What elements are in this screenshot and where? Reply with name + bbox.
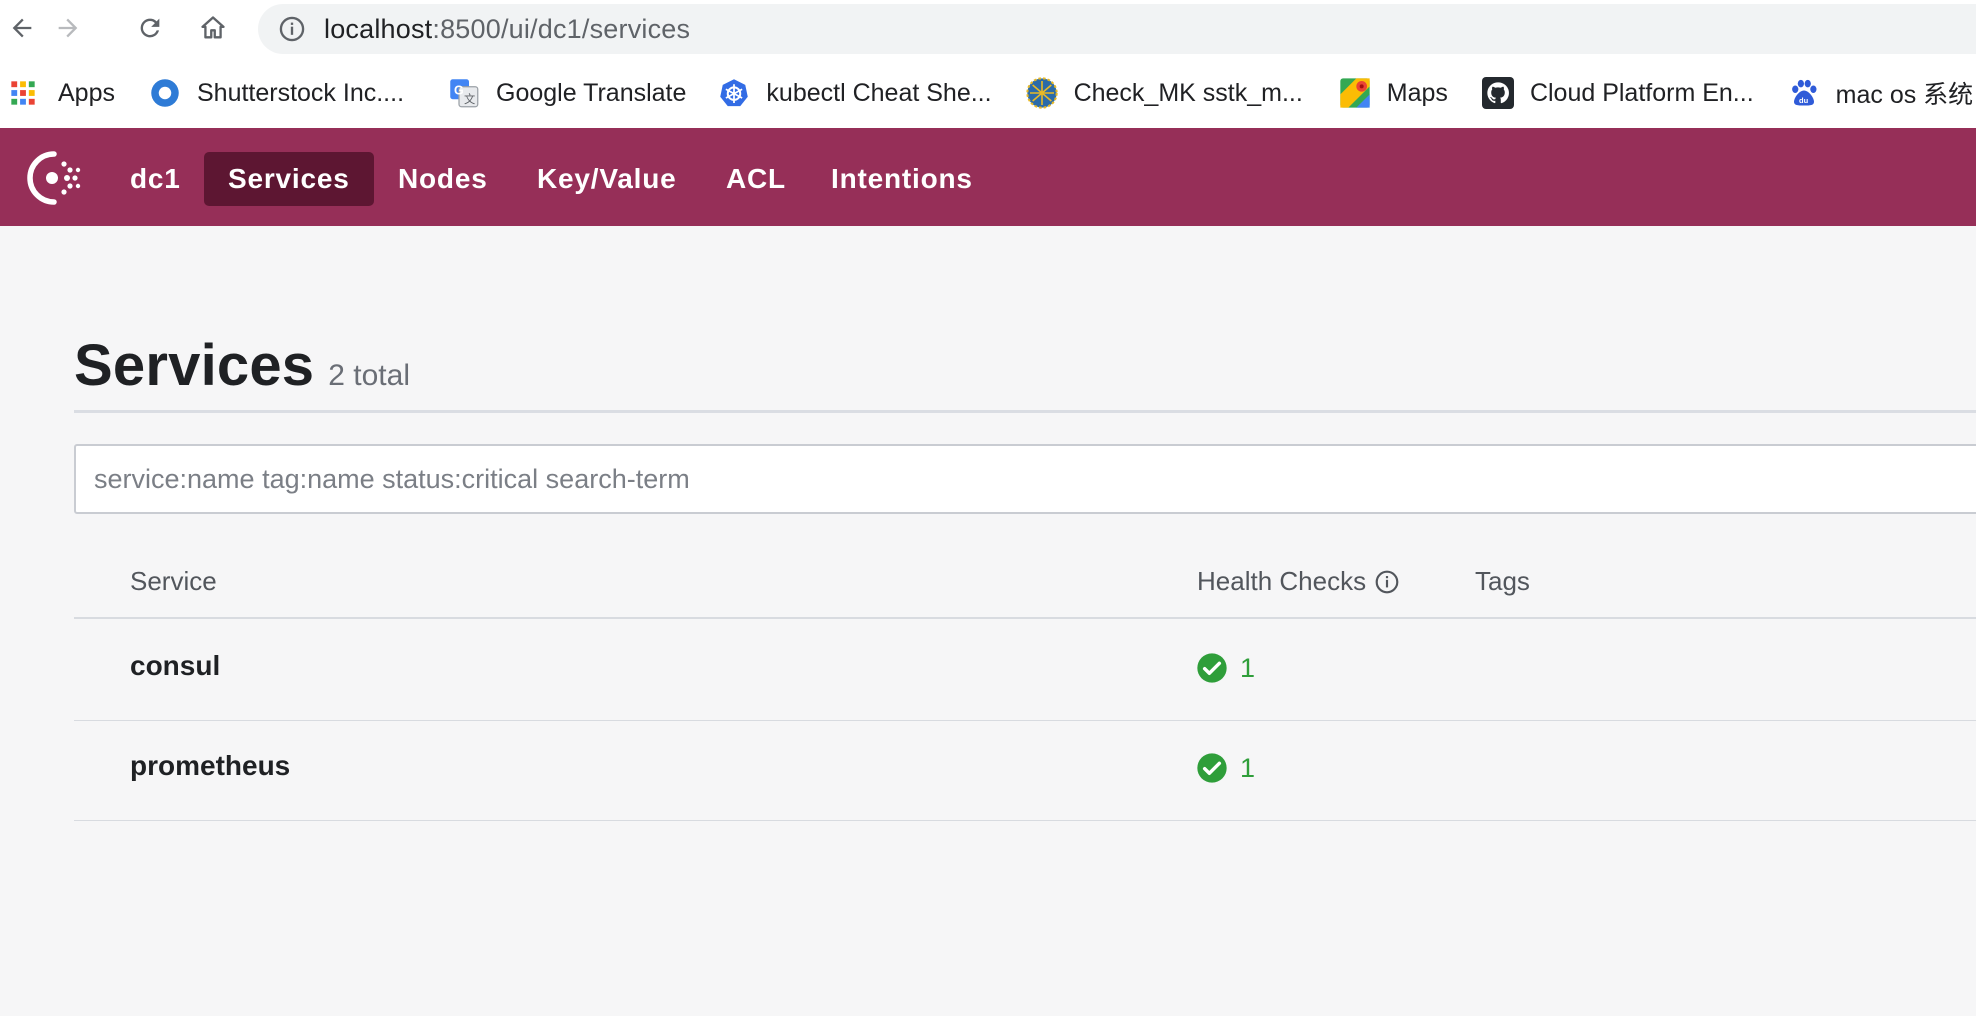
github-icon xyxy=(1481,77,1514,109)
app-header: dc1 Services Nodes Key/Value ACL Intenti… xyxy=(0,128,1976,226)
page-title: Services xyxy=(74,333,315,398)
column-header-health-checks[interactable]: Health Checks xyxy=(1197,566,1400,597)
address-bar[interactable]: localhost:8500/ui/dc1/services xyxy=(258,4,1976,54)
bookmark-label: Shutterstock Inc.... xyxy=(196,78,405,107)
health-check-status: 1 xyxy=(1196,752,1255,784)
back-arrow-icon xyxy=(12,18,32,38)
url-path: :8500/ui/dc1/services xyxy=(432,13,691,44)
bookmark-kubectl[interactable]: kubectl Cheat She... xyxy=(718,77,992,109)
svg-text:G: G xyxy=(454,83,464,97)
service-count: 2 total xyxy=(328,359,410,392)
table-row[interactable]: prometheus 1 xyxy=(74,720,1976,819)
passing-count: 1 xyxy=(1240,652,1256,683)
svg-text:文: 文 xyxy=(464,92,475,106)
apps-grid-icon xyxy=(8,78,38,108)
bookmark-mac-os[interactable]: du mac os 系统 xyxy=(1788,75,1974,111)
health-check-status: 1 xyxy=(1196,652,1255,684)
browser-toolbar: localhost:8500/ui/dc1/services xyxy=(0,0,1976,58)
nav-intentions[interactable]: Intentions xyxy=(807,152,997,206)
column-header-service[interactable]: Service xyxy=(130,566,217,597)
check-circle-icon xyxy=(1197,753,1227,783)
reload-button[interactable] xyxy=(132,10,168,46)
table-header-divider xyxy=(74,617,1976,619)
url-text[interactable]: localhost:8500/ui/dc1/services xyxy=(324,14,690,45)
service-name[interactable]: prometheus xyxy=(130,750,290,782)
search-input[interactable] xyxy=(74,444,1976,514)
home-button[interactable] xyxy=(195,10,231,46)
bookmark-label: Apps xyxy=(58,78,115,107)
maps-icon xyxy=(1339,77,1371,109)
bookmark-apps[interactable]: Apps xyxy=(8,78,115,108)
column-header-label: Health Checks xyxy=(1197,566,1367,596)
checkmk-icon xyxy=(1025,77,1058,109)
bookmark-maps[interactable]: Maps xyxy=(1339,77,1448,109)
nav-services[interactable]: Services xyxy=(204,152,374,206)
service-name[interactable]: consul xyxy=(130,650,220,682)
bookmark-shutterstock[interactable]: Shutterstock Inc.... xyxy=(149,77,404,109)
bookmark-google-translate[interactable]: G 文 Google Translate xyxy=(448,77,686,109)
bookmarks-bar: Apps Shutterstock Inc.... G 文 Google Tra… xyxy=(0,58,1976,128)
site-info-button[interactable] xyxy=(278,15,306,43)
info-icon[interactable] xyxy=(1374,569,1400,595)
home-icon xyxy=(201,16,225,39)
bookmark-label: Maps xyxy=(1386,78,1448,107)
bookmark-cloud-platform[interactable]: Cloud Platform En... xyxy=(1481,77,1754,109)
check-circle-icon xyxy=(1197,653,1227,683)
bookmark-label: mac os 系统 xyxy=(1835,81,1974,109)
page-heading: Services 2 total xyxy=(74,332,410,399)
bookmark-label: Check_MK sstk_m... xyxy=(1073,78,1303,107)
datacenter-selector[interactable]: dc1 xyxy=(106,152,205,206)
bookmark-checkmk[interactable]: Check_MK sstk_m... xyxy=(1025,77,1303,109)
bookmark-label: Google Translate xyxy=(496,78,687,107)
bookmark-label: kubectl Cheat She... xyxy=(766,78,992,107)
forward-button[interactable] xyxy=(50,10,86,46)
svg-text:du: du xyxy=(1799,96,1809,105)
table-row[interactable]: consul 1 xyxy=(74,620,1976,719)
nav-nodes[interactable]: Nodes xyxy=(374,152,512,206)
nav-key-value[interactable]: Key/Value xyxy=(513,152,701,206)
kubernetes-icon xyxy=(718,77,750,109)
back-button[interactable] xyxy=(4,10,40,46)
nav-acl[interactable]: ACL xyxy=(702,152,810,206)
google-translate-icon: G 文 xyxy=(448,77,480,109)
row-divider xyxy=(74,820,1976,821)
title-divider xyxy=(74,410,1976,413)
consul-logo-icon[interactable] xyxy=(24,150,82,206)
reload-icon xyxy=(140,18,160,38)
forward-arrow-icon xyxy=(58,18,78,38)
shutterstock-icon xyxy=(149,77,181,109)
column-header-tags[interactable]: Tags xyxy=(1475,566,1530,597)
bookmark-label: Cloud Platform En... xyxy=(1529,78,1754,107)
passing-count: 1 xyxy=(1240,752,1256,783)
info-icon xyxy=(279,16,305,42)
url-host: localhost xyxy=(324,13,433,44)
baidu-icon: du xyxy=(1788,77,1820,109)
